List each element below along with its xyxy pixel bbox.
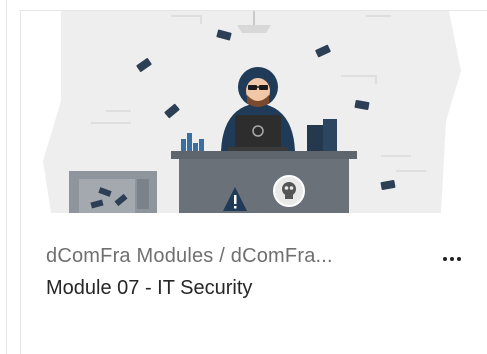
course-banner-illustration[interactable] <box>21 11 487 213</box>
course-breadcrumb[interactable]: dComFra Modules / dComFra... <box>46 243 436 269</box>
course-card[interactable]: dComFra Modules / dComFra... Module 07 -… <box>20 10 487 354</box>
more-horizontal-icon <box>442 257 463 261</box>
course-title[interactable]: Module 07 - IT Security <box>46 275 436 301</box>
left-panel-divider <box>0 0 7 354</box>
course-card-info: dComFra Modules / dComFra... Module 07 -… <box>46 243 436 301</box>
more-options-button[interactable] <box>439 249 465 269</box>
